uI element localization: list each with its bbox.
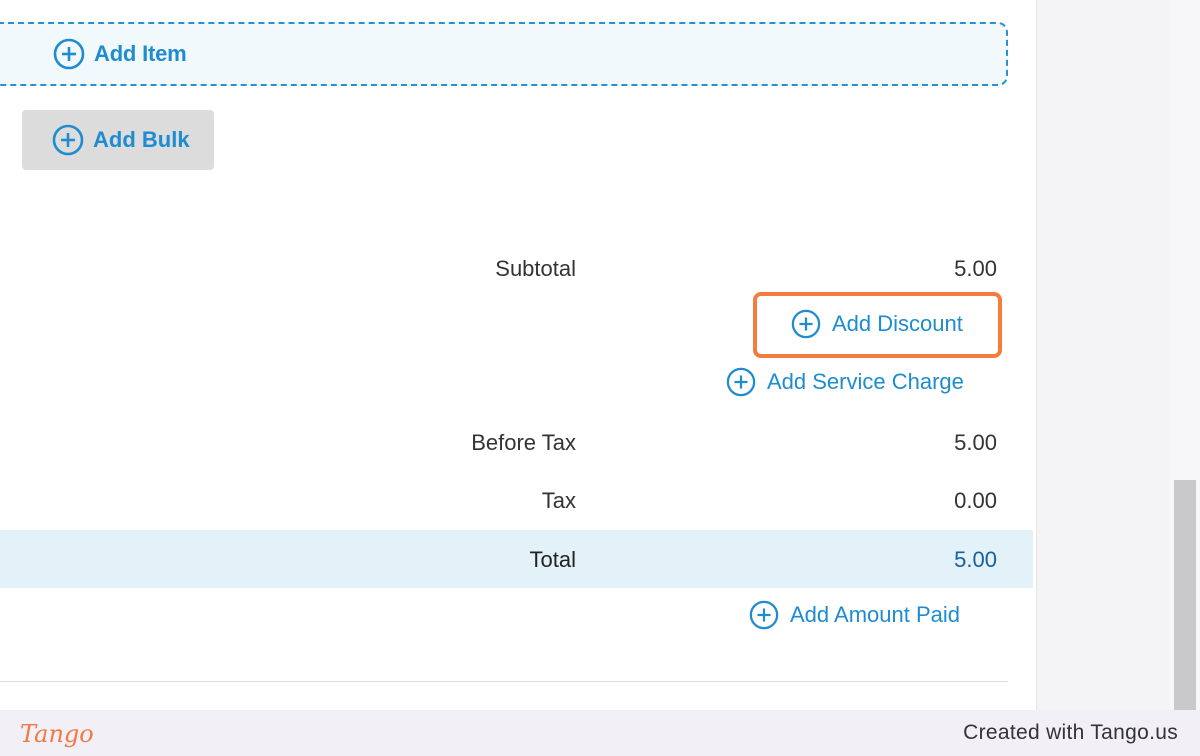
plus-circle-icon bbox=[53, 38, 85, 70]
plus-circle-icon bbox=[749, 600, 779, 630]
total-value: 5.00 bbox=[954, 547, 997, 572]
add-bulk-label: Add Bulk bbox=[93, 127, 190, 152]
add-item-label: Add Item bbox=[94, 41, 187, 66]
section-divider bbox=[0, 681, 1008, 682]
plus-circle-icon bbox=[52, 124, 84, 156]
add-bulk-button[interactable]: Add Bulk bbox=[22, 110, 214, 170]
tango-footer: Tango Created with Tango.us bbox=[0, 710, 1200, 756]
subtotal-label: Subtotal bbox=[495, 256, 576, 281]
add-amount-paid-label: Add Amount Paid bbox=[790, 602, 961, 627]
add-service-charge-label: Add Service Charge bbox=[767, 369, 964, 394]
add-amount-paid-link[interactable]: Add Amount Paid bbox=[749, 600, 960, 630]
tax-label: Tax bbox=[541, 488, 576, 513]
tango-logo: Tango bbox=[20, 720, 94, 748]
add-item-button[interactable]: Add Item bbox=[0, 22, 1008, 86]
subtotal-value: 5.00 bbox=[954, 256, 997, 281]
before-tax-value: 5.00 bbox=[954, 430, 997, 455]
plus-circle-icon bbox=[726, 367, 756, 397]
scrollbar-thumb[interactable] bbox=[1174, 480, 1196, 710]
right-gutter bbox=[1036, 0, 1170, 710]
before-tax-label: Before Tax bbox=[471, 430, 576, 455]
tax-value: 0.00 bbox=[954, 488, 997, 513]
add-service-charge-link[interactable]: Add Service Charge bbox=[726, 367, 964, 397]
total-label: Total bbox=[529, 547, 576, 572]
total-row bbox=[0, 530, 1033, 588]
tutorial-highlight bbox=[753, 292, 1002, 358]
footer-credit: Created with Tango.us bbox=[963, 721, 1178, 744]
